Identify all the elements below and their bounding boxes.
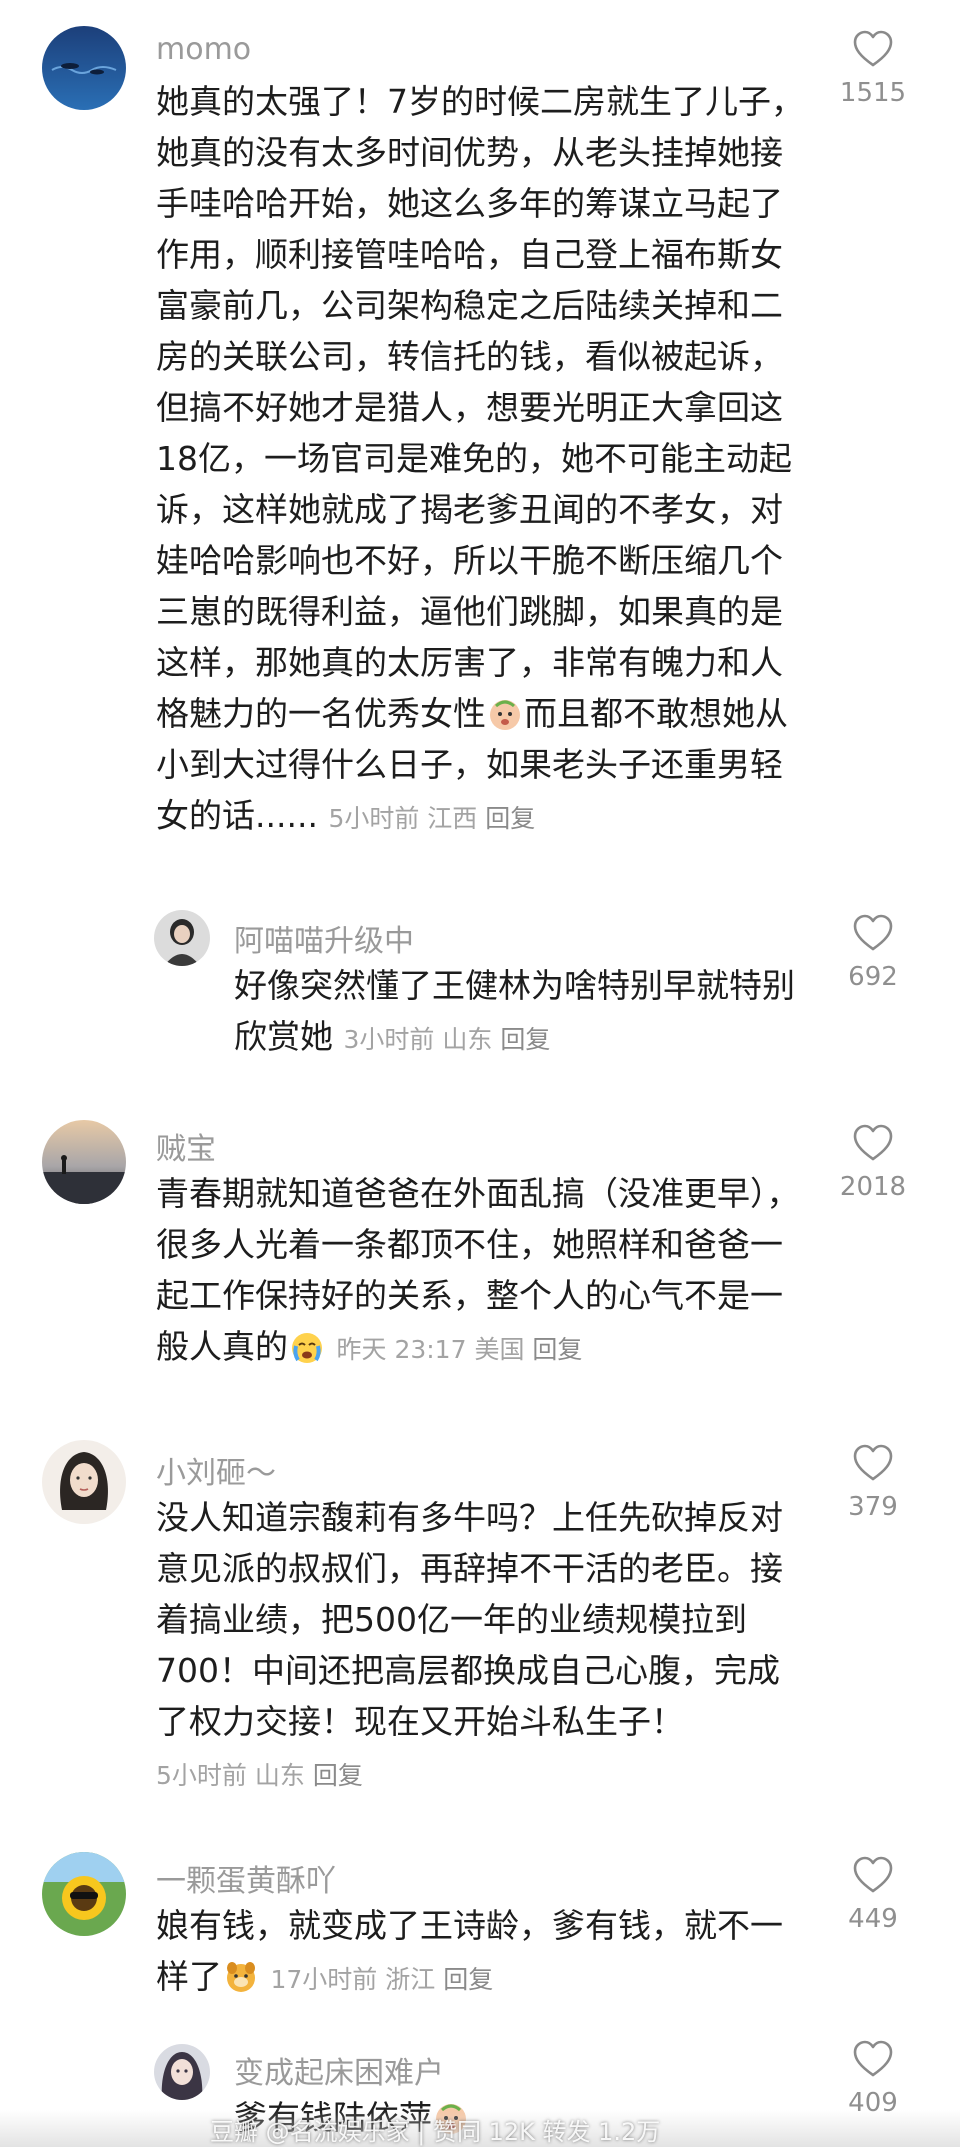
avatar[interactable] xyxy=(154,910,210,966)
comment-line: 很多人光着一条都顶不住，她照样和爸爸一 xyxy=(156,1225,783,1264)
comment-line: 般人真的 昨天 23:17 美国 回复 xyxy=(156,1321,800,1375)
avatar[interactable] xyxy=(42,1852,126,1936)
crying-face-emoji-icon xyxy=(490,700,520,730)
comment-line: 样了 17小时前 浙江 回复 xyxy=(156,1951,783,2005)
comment-line-part: 女的话...... xyxy=(156,796,318,835)
comment-line: 女的话...... 5小时前 江西 回复 xyxy=(156,790,804,844)
comment-line: 手哇哈哈开始，她这么多年的筹谋立马起了 xyxy=(156,184,783,223)
comment-text: 她真的太强了！7岁的时候二房就生了儿子， 她真的没有太多时间优势，从老头挂掉她接… xyxy=(156,76,804,844)
like-button[interactable]: 2018 xyxy=(813,1124,933,1202)
like-button[interactable]: 692 xyxy=(813,914,933,992)
reply-text: 好像突然懂了王健林为啥特别早就特别 欣赏她 3小时前 山东 回复 xyxy=(234,960,795,1065)
heart-icon xyxy=(853,1124,893,1161)
comment-line: 18亿，一场官司是难免的，她不可能主动起 xyxy=(156,439,792,478)
like-count: 449 xyxy=(848,1904,898,1934)
comment-line: 了权力交接！现在又开始斗私生子！ xyxy=(156,1702,684,1741)
reply-username[interactable]: 变成起床困难户 xyxy=(234,2048,444,2092)
comment-meta: 17小时前 浙江 回复 xyxy=(271,1965,494,1994)
like-button[interactable]: 409 xyxy=(813,2040,933,2118)
reply-button[interactable]: 回复 xyxy=(500,1025,550,1054)
ocean-fish-avatar-icon xyxy=(42,26,126,110)
reply-button[interactable]: 回复 xyxy=(313,1761,363,1790)
reply-item: 阿喵喵升级中 好像突然懂了王健林为啥特别早就特别 欣赏她 3小时前 山东 回复 … xyxy=(0,880,960,1060)
comment-line: 她真的太强了！7岁的时候二房就生了儿子， xyxy=(156,82,804,121)
like-count: 379 xyxy=(848,1492,898,1522)
anime-girl-avatar-icon xyxy=(154,2044,210,2100)
comment-time-location: 5小时前 江西 xyxy=(328,804,478,833)
comment-item: 一颗蛋黄酥吖 娘有钱，就变成了王诗龄，爹有钱，就不一 样了 17小时前 浙江 回… xyxy=(0,1830,960,2030)
comment-meta: 5小时前 江西 回复 xyxy=(328,804,535,833)
comment-line: 三崽的既得利益，逼他们跳脚，如果真的是 xyxy=(156,592,783,631)
crying-emoji-icon xyxy=(292,1333,322,1363)
reply-button[interactable]: 回复 xyxy=(532,1335,582,1364)
sketch-girl-avatar-icon xyxy=(42,1440,126,1524)
comment-line: 5小时前 山东 回复 xyxy=(156,1747,783,1801)
comment-line: 青春期就知道爸爸在外面乱搞（没准更早）， xyxy=(156,1174,800,1213)
comment-username[interactable]: 贼宝 xyxy=(156,1124,216,1168)
like-button[interactable]: 379 xyxy=(813,1444,933,1522)
like-button[interactable]: 449 xyxy=(813,1856,933,1934)
comment-line: 娃哈哈影响也不好，所以干脆不断压缩几个 xyxy=(156,541,783,580)
heart-icon xyxy=(853,1856,893,1893)
comment-line: 700！中间还把高层都换成自己心腹，完成 xyxy=(156,1651,780,1690)
watermark: 豆瓣 @名流娱乐家 | 赞同 12K 转发 1.2万 xyxy=(210,2118,661,2146)
comment-username[interactable]: 小刘砸～ xyxy=(156,1448,276,1492)
sunflower-avatar-icon xyxy=(42,1852,126,1936)
like-count: 1515 xyxy=(839,78,907,108)
comment-time-location: 5小时前 山东 xyxy=(156,1761,305,1790)
reply-button[interactable]: 回复 xyxy=(485,804,535,833)
avatar[interactable] xyxy=(42,1120,126,1204)
reply-button[interactable]: 回复 xyxy=(443,1965,493,1994)
comment-line: 意见派的叔叔们，再辞掉不干活的老臣。接 xyxy=(156,1549,783,1588)
comment-line: 房的关联公司，转信托的钱，看似被起诉， xyxy=(156,337,783,376)
avatar[interactable] xyxy=(154,2044,210,2100)
heart-icon xyxy=(853,2040,893,2077)
comment-line-part: 而且都不敢想她从 xyxy=(524,694,788,733)
like-count: 692 xyxy=(848,962,898,992)
comment-line-part: 格魅力的一名优秀女性 xyxy=(156,694,486,733)
comment-line: 欣赏她 3小时前 山东 回复 xyxy=(234,1011,795,1065)
comment-time-location: 3小时前 山东 xyxy=(343,1025,493,1054)
comment-line: 着搞业绩，把500亿一年的业绩规模拉到 xyxy=(156,1600,747,1639)
sunset-beach-avatar-icon xyxy=(42,1120,126,1204)
comment-line-part: 样了 xyxy=(156,1957,222,1996)
comment-username[interactable]: 一颗蛋黄酥吖 xyxy=(156,1856,336,1900)
comment-text: 青春期就知道爸爸在外面乱搞（没准更早）， 很多人光着一条都顶不住，她照样和爸爸一… xyxy=(156,1168,800,1375)
comment-time-location: 17小时前 浙江 xyxy=(270,1965,436,1994)
avatar[interactable] xyxy=(42,26,126,110)
comment-line: 没人知道宗馥莉有多牛吗？上任先砍掉反对 xyxy=(156,1498,783,1537)
comment-time-location: 昨天 23:17 美国 xyxy=(336,1335,525,1364)
comment-line: 格魅力的一名优秀女性 而且都不敢想她从 xyxy=(156,688,804,739)
like-button[interactable]: 1515 xyxy=(813,30,933,108)
heart-icon xyxy=(853,914,893,951)
comment-text: 娘有钱，就变成了王诗龄，爹有钱，就不一 样了 17小时前 浙江 回复 xyxy=(156,1900,783,2005)
comment-line: 富豪前几，公司架构稳定之后陆续关掉和二 xyxy=(156,286,783,325)
comment-line-part: 欣赏她 xyxy=(234,1017,333,1056)
comment-line-part: 般人真的 xyxy=(156,1327,288,1366)
avatar[interactable] xyxy=(42,1440,126,1524)
comment-item: 贼宝 青春期就知道爸爸在外面乱搞（没准更早）， 很多人光着一条都顶不住，她照样和… xyxy=(0,1090,960,1380)
girl-avatar-icon xyxy=(154,910,210,966)
comment-meta: 昨天 23:17 美国 回复 xyxy=(337,1335,583,1364)
comment-line: 好像突然懂了王健林为啥特别早就特别 xyxy=(234,966,795,1005)
reply-username[interactable]: 阿喵喵升级中 xyxy=(234,916,414,960)
heart-icon xyxy=(853,30,893,67)
comment-item: 小刘砸～ 没人知道宗馥莉有多牛吗？上任先砍掉反对 意见派的叔叔们，再辞掉不干活的… xyxy=(0,1400,960,1800)
comment-line: 小到大过得什么日子，如果老头子还重男轻 xyxy=(156,745,783,784)
heart-icon xyxy=(853,1444,893,1481)
comment-line: 诉，这样她就成了揭老爹丑闻的不孝女，对 xyxy=(156,490,783,529)
dog-emoji-icon xyxy=(227,1962,255,1992)
comment-meta: 3小时前 山东 回复 xyxy=(344,1025,551,1054)
comment-line: 起工作保持好的关系，整个人的心气不是一 xyxy=(156,1276,783,1315)
comment-line: 她真的没有太多时间优势，从老头挂掉她接 xyxy=(156,133,783,172)
comment-line: 但搞不好她才是猎人，想要光明正大拿回这 xyxy=(156,388,783,427)
comment-meta: 5小时前 山东 回复 xyxy=(156,1761,363,1790)
comment-text: 没人知道宗馥莉有多牛吗？上任先砍掉反对 意见派的叔叔们，再辞掉不干活的老臣。接 … xyxy=(156,1492,783,1801)
comment-username[interactable]: momo xyxy=(156,32,251,67)
comment-item: momo 她真的太强了！7岁的时候二房就生了儿子， 她真的没有太多时间优势，从老… xyxy=(0,0,960,835)
like-count: 2018 xyxy=(839,1172,907,1202)
comment-line: 作用，顺利接管哇哈哈，自己登上福布斯女 xyxy=(156,235,783,274)
comment-line: 娘有钱，就变成了王诗龄，爹有钱，就不一 xyxy=(156,1906,783,1945)
comment-line: 这样，那她真的太厉害了，非常有魄力和人 xyxy=(156,643,783,682)
